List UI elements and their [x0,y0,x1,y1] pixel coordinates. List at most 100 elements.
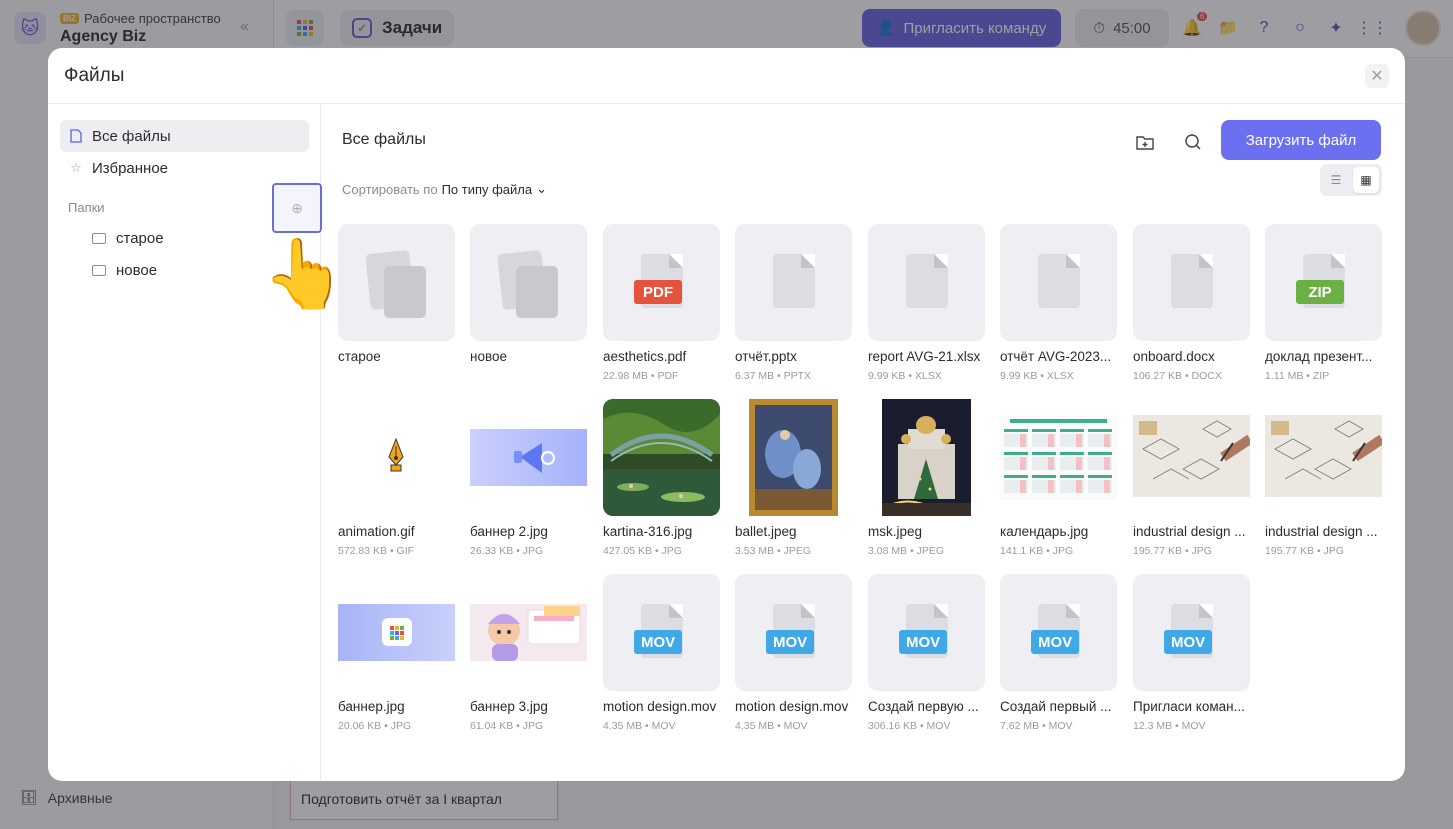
file-tile[interactable]: отчёт AVG-2023... 9.99 KB • XLSX [1000,224,1117,382]
file-meta: 572.83 KB • GIF [338,545,415,557]
file-name: animation.gif [338,524,415,539]
chevron-down-icon: ⌄ [536,181,548,196]
file-meta: 1.11 MB • ZIP [1265,370,1330,382]
file-name: Создай первую ... [868,699,979,714]
file-name: новое [470,349,507,364]
pointing-hand-cursor: 👆 [262,236,347,312]
file-meta: 7.62 MB • MOV [1000,720,1073,732]
nav-all-files[interactable]: Все файлы [60,120,309,152]
file-tile[interactable]: industrial design ... 195.77 KB • JPG [1133,399,1250,557]
file-thumbnail[interactable] [1133,224,1250,341]
nav-favorites[interactable]: ☆ Избранное [60,152,309,184]
file-meta: 9.99 KB • XLSX [868,370,942,382]
files-sidebar: Все файлы ☆ Избранное Папки ⊕ старое нов… [48,104,322,781]
folder-label: старое [116,230,164,247]
folder-icon [92,265,106,276]
file-tile[interactable]: MOV motion design.mov 4.35 MB • MOV [735,574,852,732]
file-meta: 4.35 MB • MOV [603,720,676,732]
file-thumbnail[interactable]: MOV [868,574,985,691]
file-tile[interactable]: баннер 2.jpg 26.33 KB • JPG [470,399,587,557]
file-thumbnail[interactable] [470,399,587,516]
file-name: старое [338,349,381,364]
file-thumbnail[interactable]: MOV [735,574,852,691]
upload-file-button[interactable]: Загрузить файл [1221,120,1381,160]
file-thumbnail[interactable] [868,224,985,341]
search-icon[interactable] [1181,130,1205,154]
sort-control[interactable]: Сортировать по По типу файла ⌄ [342,181,547,197]
file-tile[interactable]: animation.gif 572.83 KB • GIF [338,399,455,557]
sort-prefix: Сортировать по [342,181,438,197]
file-meta: 3.08 MB • JPEG [868,545,945,557]
file-meta: 306.16 KB • MOV [868,720,951,732]
grid-view-icon[interactable]: ▦ [1353,167,1379,193]
file-thumbnail[interactable] [338,399,455,516]
file-thumbnail[interactable]: ZIP [1265,224,1382,341]
section-title: Все файлы [342,131,426,148]
file-meta: 106.27 KB • DOCX [1133,370,1222,382]
file-tile[interactable]: MOV motion design.mov 4.35 MB • MOV [603,574,720,732]
folder-thumbnail[interactable] [338,224,455,341]
file-tile[interactable]: MOV Создай первый ... 7.62 MB • MOV [1000,574,1117,732]
file-meta: 195.77 KB • JPG [1265,545,1344,557]
file-thumbnail[interactable] [1000,224,1117,341]
file-tile[interactable]: onboard.docx 106.27 KB • DOCX [1133,224,1250,382]
file-thumbnail[interactable] [338,574,455,691]
file-meta: 9.99 KB • XLSX [1000,370,1074,382]
file-name: industrial design ... [1133,524,1246,539]
folder-label: новое [116,262,158,279]
file-name: msk.jpeg [868,524,923,539]
file-thumbnail[interactable]: PDF [603,224,720,341]
file-thumbnail[interactable] [735,224,852,341]
file-meta: 22.98 MB • PDF [603,370,679,382]
star-icon: ☆ [70,160,82,175]
file-name: ballet.jpeg [735,524,797,539]
view-toggle: ☰ ▦ [1320,164,1382,196]
file-meta: 6.37 MB • PPTX [735,370,812,382]
file-meta: 3.53 MB • JPEG [735,545,812,557]
file-tile[interactable]: ballet.jpeg 3.53 MB • JPEG [735,399,852,557]
file-tile[interactable]: msk.jpeg 3.08 MB • JPEG [868,399,985,557]
file-tile[interactable]: MOV Создай первую ... 306.16 KB • MOV [868,574,985,732]
file-name: motion design.mov [603,699,717,714]
file-meta: 195.77 KB • JPG [1133,545,1212,557]
file-tile[interactable]: отчёт.pptx 6.37 MB • PPTX [735,224,852,382]
file-thumbnail[interactable] [735,399,852,516]
file-thumbnail[interactable]: MOV [603,574,720,691]
file-name: Создай первый ... [1000,699,1112,714]
file-meta: 427.05 KB • JPG [603,545,682,557]
file-meta: 20.06 KB • JPG [338,720,412,732]
folder-item[interactable]: новое [92,262,157,279]
file-tile[interactable]: календарь.jpg 141.1 KB • JPG [1000,399,1117,557]
folder-thumbnail[interactable] [470,224,587,341]
file-tile[interactable]: report AVG-21.xlsx 9.99 KB • XLSX [868,224,985,382]
file-tile[interactable]: MOV Пригласи коман... 12.3 MB • MOV [1133,574,1250,732]
file-name: отчёт AVG-2023... [1000,349,1112,364]
file-thumbnail[interactable] [470,574,587,691]
new-folder-icon[interactable] [1133,130,1157,154]
file-name: Пригласи коман... [1133,699,1245,714]
file-thumbnail[interactable]: MOV [1000,574,1117,691]
file-tile[interactable]: kartina-316.jpg 427.05 KB • JPG [603,399,720,557]
file-name: баннер 2.jpg [470,524,548,539]
file-thumbnail[interactable] [1000,399,1117,516]
file-meta: 141.1 KB • JPG [1000,545,1074,557]
file-meta: 26.33 KB • JPG [470,545,544,557]
file-tile[interactable]: ZIP доклад презент... 1.11 MB • ZIP [1265,224,1382,382]
list-view-icon[interactable]: ☰ [1323,167,1349,193]
file-thumbnail[interactable] [1133,399,1250,516]
folder-tile[interactable]: новое [470,224,587,364]
folder-item[interactable]: старое [92,230,164,247]
file-tile[interactable]: PDF aesthetics.pdf 22.98 MB • PDF [603,224,720,382]
modal-header: Файлы ✕ [48,48,1405,104]
folder-tile[interactable]: старое [338,224,455,364]
add-folder-button[interactable]: ⊕ [272,183,322,233]
file-tile[interactable]: баннер 3.jpg 61.04 KB • JPG [470,574,587,732]
close-icon[interactable]: ✕ [1365,64,1389,88]
file-tile[interactable]: industrial design ... 195.77 KB • JPG [1265,399,1382,557]
file-name: onboard.docx [1133,349,1215,364]
file-thumbnail[interactable] [1265,399,1382,516]
file-tile[interactable]: баннер.jpg 20.06 KB • JPG [338,574,455,732]
file-thumbnail[interactable]: MOV [1133,574,1250,691]
file-thumbnail[interactable] [603,399,720,516]
file-thumbnail[interactable] [868,399,985,516]
